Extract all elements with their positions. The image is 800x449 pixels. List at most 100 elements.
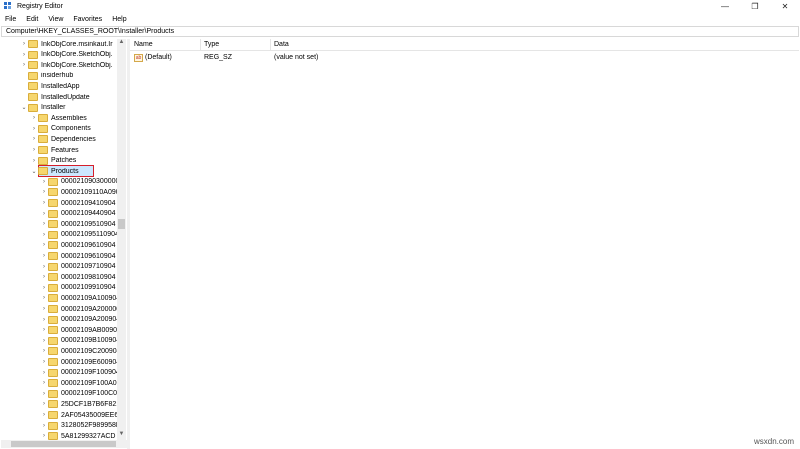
tree-key-13[interactable]: › 00002109030000000 bbox=[40, 177, 119, 187]
chevron-right-icon[interactable]: › bbox=[20, 52, 28, 58]
menu-help[interactable]: Help bbox=[107, 16, 131, 23]
tree-key-22[interactable]: › 00002109810904 bbox=[40, 272, 116, 282]
column-divider[interactable] bbox=[200, 39, 201, 51]
tree-key-17[interactable]: › 00002109510904 bbox=[40, 219, 116, 229]
chevron-right-icon[interactable]: › bbox=[40, 317, 48, 323]
menu-edit[interactable]: Edit bbox=[21, 16, 43, 23]
tree-key-26[interactable]: › 00002109A200904 bbox=[40, 315, 119, 325]
minimize-button[interactable]: — bbox=[710, 0, 740, 12]
chevron-right-icon[interactable]: › bbox=[40, 401, 48, 407]
chevron-right-icon[interactable]: › bbox=[30, 115, 38, 121]
tree-key-14[interactable]: › 00002109110A0904 bbox=[40, 187, 119, 197]
tree-key-2[interactable]: › InkObjCore.SketchObj. bbox=[20, 60, 113, 70]
chevron-right-icon[interactable]: › bbox=[30, 147, 38, 153]
tree-key-0[interactable]: › InkObjCore.msinkaut.Ir bbox=[20, 39, 113, 49]
tree-key-7[interactable]: › Assemblies bbox=[30, 113, 87, 123]
chevron-down-icon[interactable]: ⌄ bbox=[30, 168, 38, 175]
menu-favorites[interactable]: Favorites bbox=[68, 16, 107, 23]
menu-view[interactable]: View bbox=[43, 16, 68, 23]
chevron-right-icon[interactable]: › bbox=[40, 412, 48, 418]
tree-key-30[interactable]: › 00002109E600904 bbox=[40, 357, 119, 367]
maximize-button[interactable]: ❐ bbox=[740, 0, 770, 12]
tree-key-12[interactable]: ⌄ Products bbox=[30, 166, 79, 176]
chevron-right-icon[interactable]: › bbox=[40, 179, 48, 185]
chevron-right-icon[interactable]: › bbox=[40, 232, 48, 238]
chevron-right-icon[interactable]: › bbox=[40, 274, 48, 280]
chevron-right-icon[interactable]: › bbox=[20, 62, 28, 68]
tree-key-9[interactable]: › Dependencies bbox=[30, 134, 96, 144]
chevron-right-icon[interactable]: › bbox=[40, 327, 48, 333]
tree-key-16[interactable]: › 00002109440904 bbox=[40, 209, 116, 219]
tree-key-4[interactable]: InstalledApp bbox=[20, 81, 80, 91]
tree-key-28[interactable]: › 00002109B100904 bbox=[40, 336, 119, 346]
chevron-right-icon[interactable]: › bbox=[40, 423, 48, 429]
chevron-right-icon[interactable]: › bbox=[40, 338, 48, 344]
tree-key-21[interactable]: › 00002109710904 bbox=[40, 262, 116, 272]
tree-key-label: 00002109AB00904 bbox=[61, 326, 119, 334]
tree-key-11[interactable]: › Patches bbox=[30, 156, 76, 166]
tree-key-33[interactable]: › 00002109F100C04 bbox=[40, 389, 119, 399]
tree-key-35[interactable]: › 2AF05435009EE65 bbox=[40, 410, 119, 420]
chevron-right-icon[interactable]: › bbox=[30, 136, 38, 142]
tree-key-5[interactable]: InstalledUpdate bbox=[20, 92, 90, 102]
scroll-thumb[interactable] bbox=[118, 219, 125, 229]
values-list[interactable]: Name Type Data ab (Default) REG_SZ (valu… bbox=[130, 39, 799, 449]
chevron-right-icon[interactable]: › bbox=[40, 221, 48, 227]
chevron-right-icon[interactable]: › bbox=[40, 391, 48, 397]
chevron-down-icon[interactable]: ⌄ bbox=[20, 104, 28, 111]
chevron-right-icon[interactable]: › bbox=[40, 370, 48, 376]
chevron-right-icon[interactable]: › bbox=[40, 242, 48, 248]
tree-key-3[interactable]: insiderhub bbox=[20, 71, 73, 81]
tree-key-23[interactable]: › 00002109910904 bbox=[40, 283, 116, 293]
tree-key-15[interactable]: › 00002109410904 bbox=[40, 198, 116, 208]
tree-key-36[interactable]: › 3128052F989958E bbox=[40, 421, 119, 431]
tree-key-8[interactable]: › Components bbox=[30, 124, 91, 134]
scroll-up-icon[interactable]: ▲ bbox=[117, 39, 126, 48]
chevron-right-icon[interactable]: › bbox=[40, 253, 48, 259]
tree-key-19[interactable]: › 00002109610904 bbox=[40, 240, 116, 250]
chevron-right-icon[interactable]: › bbox=[40, 295, 48, 301]
value-row[interactable]: ab (Default) REG_SZ (value not set) bbox=[130, 53, 799, 63]
chevron-right-icon[interactable]: › bbox=[40, 211, 48, 217]
chevron-right-icon[interactable]: › bbox=[20, 41, 28, 47]
tree-key-label: 00002109110A0904 bbox=[61, 188, 119, 196]
h-scroll-thumb[interactable] bbox=[11, 441, 116, 447]
chevron-right-icon[interactable]: › bbox=[40, 264, 48, 270]
menu-file[interactable]: File bbox=[0, 16, 21, 23]
scroll-down-icon[interactable]: ▼ bbox=[117, 431, 126, 440]
watermark: wsxdn.com bbox=[753, 437, 794, 446]
tree-key-24[interactable]: › 00002109A100904 bbox=[40, 293, 119, 303]
tree-key-label: 00002109810904 bbox=[61, 273, 116, 281]
folder-icon bbox=[48, 315, 58, 324]
chevron-right-icon[interactable]: › bbox=[40, 433, 48, 439]
tree-key-18[interactable]: › 000021095110904 bbox=[40, 230, 119, 240]
column-divider[interactable] bbox=[270, 39, 271, 51]
address-bar[interactable]: Computer\HKEY_CLASSES_ROOT\Installer\Pro… bbox=[1, 26, 799, 37]
chevron-right-icon[interactable]: › bbox=[40, 285, 48, 291]
key-tree[interactable]: › InkObjCore.msinkaut.Ir › InkObjCore.Sketc… bbox=[1, 39, 127, 448]
chevron-right-icon[interactable]: › bbox=[40, 200, 48, 206]
tree-horizontal-scrollbar[interactable] bbox=[1, 440, 127, 448]
column-type[interactable]: Type bbox=[204, 41, 219, 48]
chevron-right-icon[interactable]: › bbox=[40, 306, 48, 312]
chevron-right-icon[interactable]: › bbox=[40, 380, 48, 386]
chevron-right-icon[interactable]: › bbox=[40, 189, 48, 195]
column-name[interactable]: Name bbox=[134, 41, 153, 48]
tree-key-20[interactable]: › 00002109610904 bbox=[40, 251, 116, 261]
close-button[interactable]: ✕ bbox=[770, 0, 800, 12]
chevron-right-icon[interactable]: › bbox=[30, 126, 38, 132]
chevron-right-icon[interactable]: › bbox=[40, 348, 48, 354]
tree-key-25[interactable]: › 00002109A200000 bbox=[40, 304, 119, 314]
tree-key-6[interactable]: ⌄ Installer bbox=[20, 103, 66, 113]
tree-key-31[interactable]: › 00002109F100904 bbox=[40, 368, 119, 378]
tree-vertical-scrollbar[interactable]: ▲ ▼ bbox=[117, 39, 126, 440]
tree-key-1[interactable]: › InkObjCore.SketchObj. bbox=[20, 50, 113, 60]
tree-key-34[interactable]: › 25DCF1B7B6F821 bbox=[40, 399, 119, 409]
tree-key-10[interactable]: › Features bbox=[30, 145, 79, 155]
column-data[interactable]: Data bbox=[274, 41, 289, 48]
chevron-right-icon[interactable]: › bbox=[40, 359, 48, 365]
chevron-right-icon[interactable]: › bbox=[30, 158, 38, 164]
tree-key-27[interactable]: › 00002109AB00904 bbox=[40, 325, 119, 335]
tree-key-29[interactable]: › 00002109C200904 bbox=[40, 346, 119, 356]
tree-key-32[interactable]: › 00002109F100A0C bbox=[40, 378, 119, 388]
